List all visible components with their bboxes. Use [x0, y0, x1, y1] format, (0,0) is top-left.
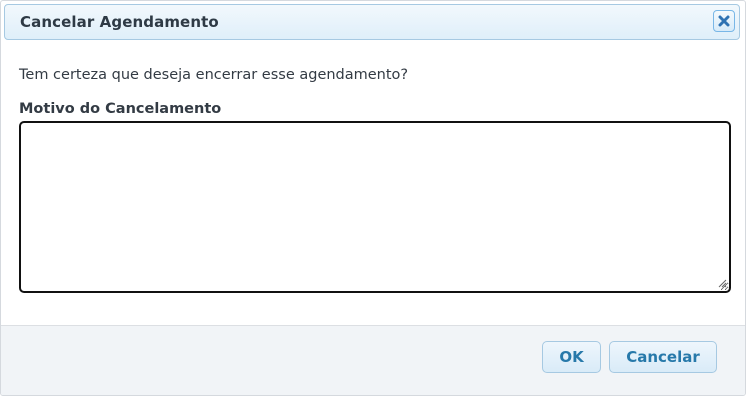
- dialog-footer: OK Cancelar: [1, 325, 745, 395]
- reason-label: Motivo do Cancelamento: [19, 101, 222, 117]
- close-icon: [718, 15, 730, 27]
- cancel-appointment-dialog: Cancelar Agendamento Tem certeza que des…: [0, 0, 746, 396]
- dialog-title: Cancelar Agendamento: [20, 13, 219, 31]
- reason-textarea[interactable]: [19, 121, 731, 293]
- cancel-button[interactable]: Cancelar: [609, 341, 717, 373]
- confirmation-question: Tem certeza que deseja encerrar esse age…: [19, 67, 409, 83]
- dialog-titlebar[interactable]: Cancelar Agendamento: [4, 4, 740, 40]
- dialog-content: Tem certeza que deseja encerrar esse age…: [1, 40, 745, 325]
- close-button[interactable]: [713, 10, 735, 32]
- ok-button[interactable]: OK: [542, 341, 601, 373]
